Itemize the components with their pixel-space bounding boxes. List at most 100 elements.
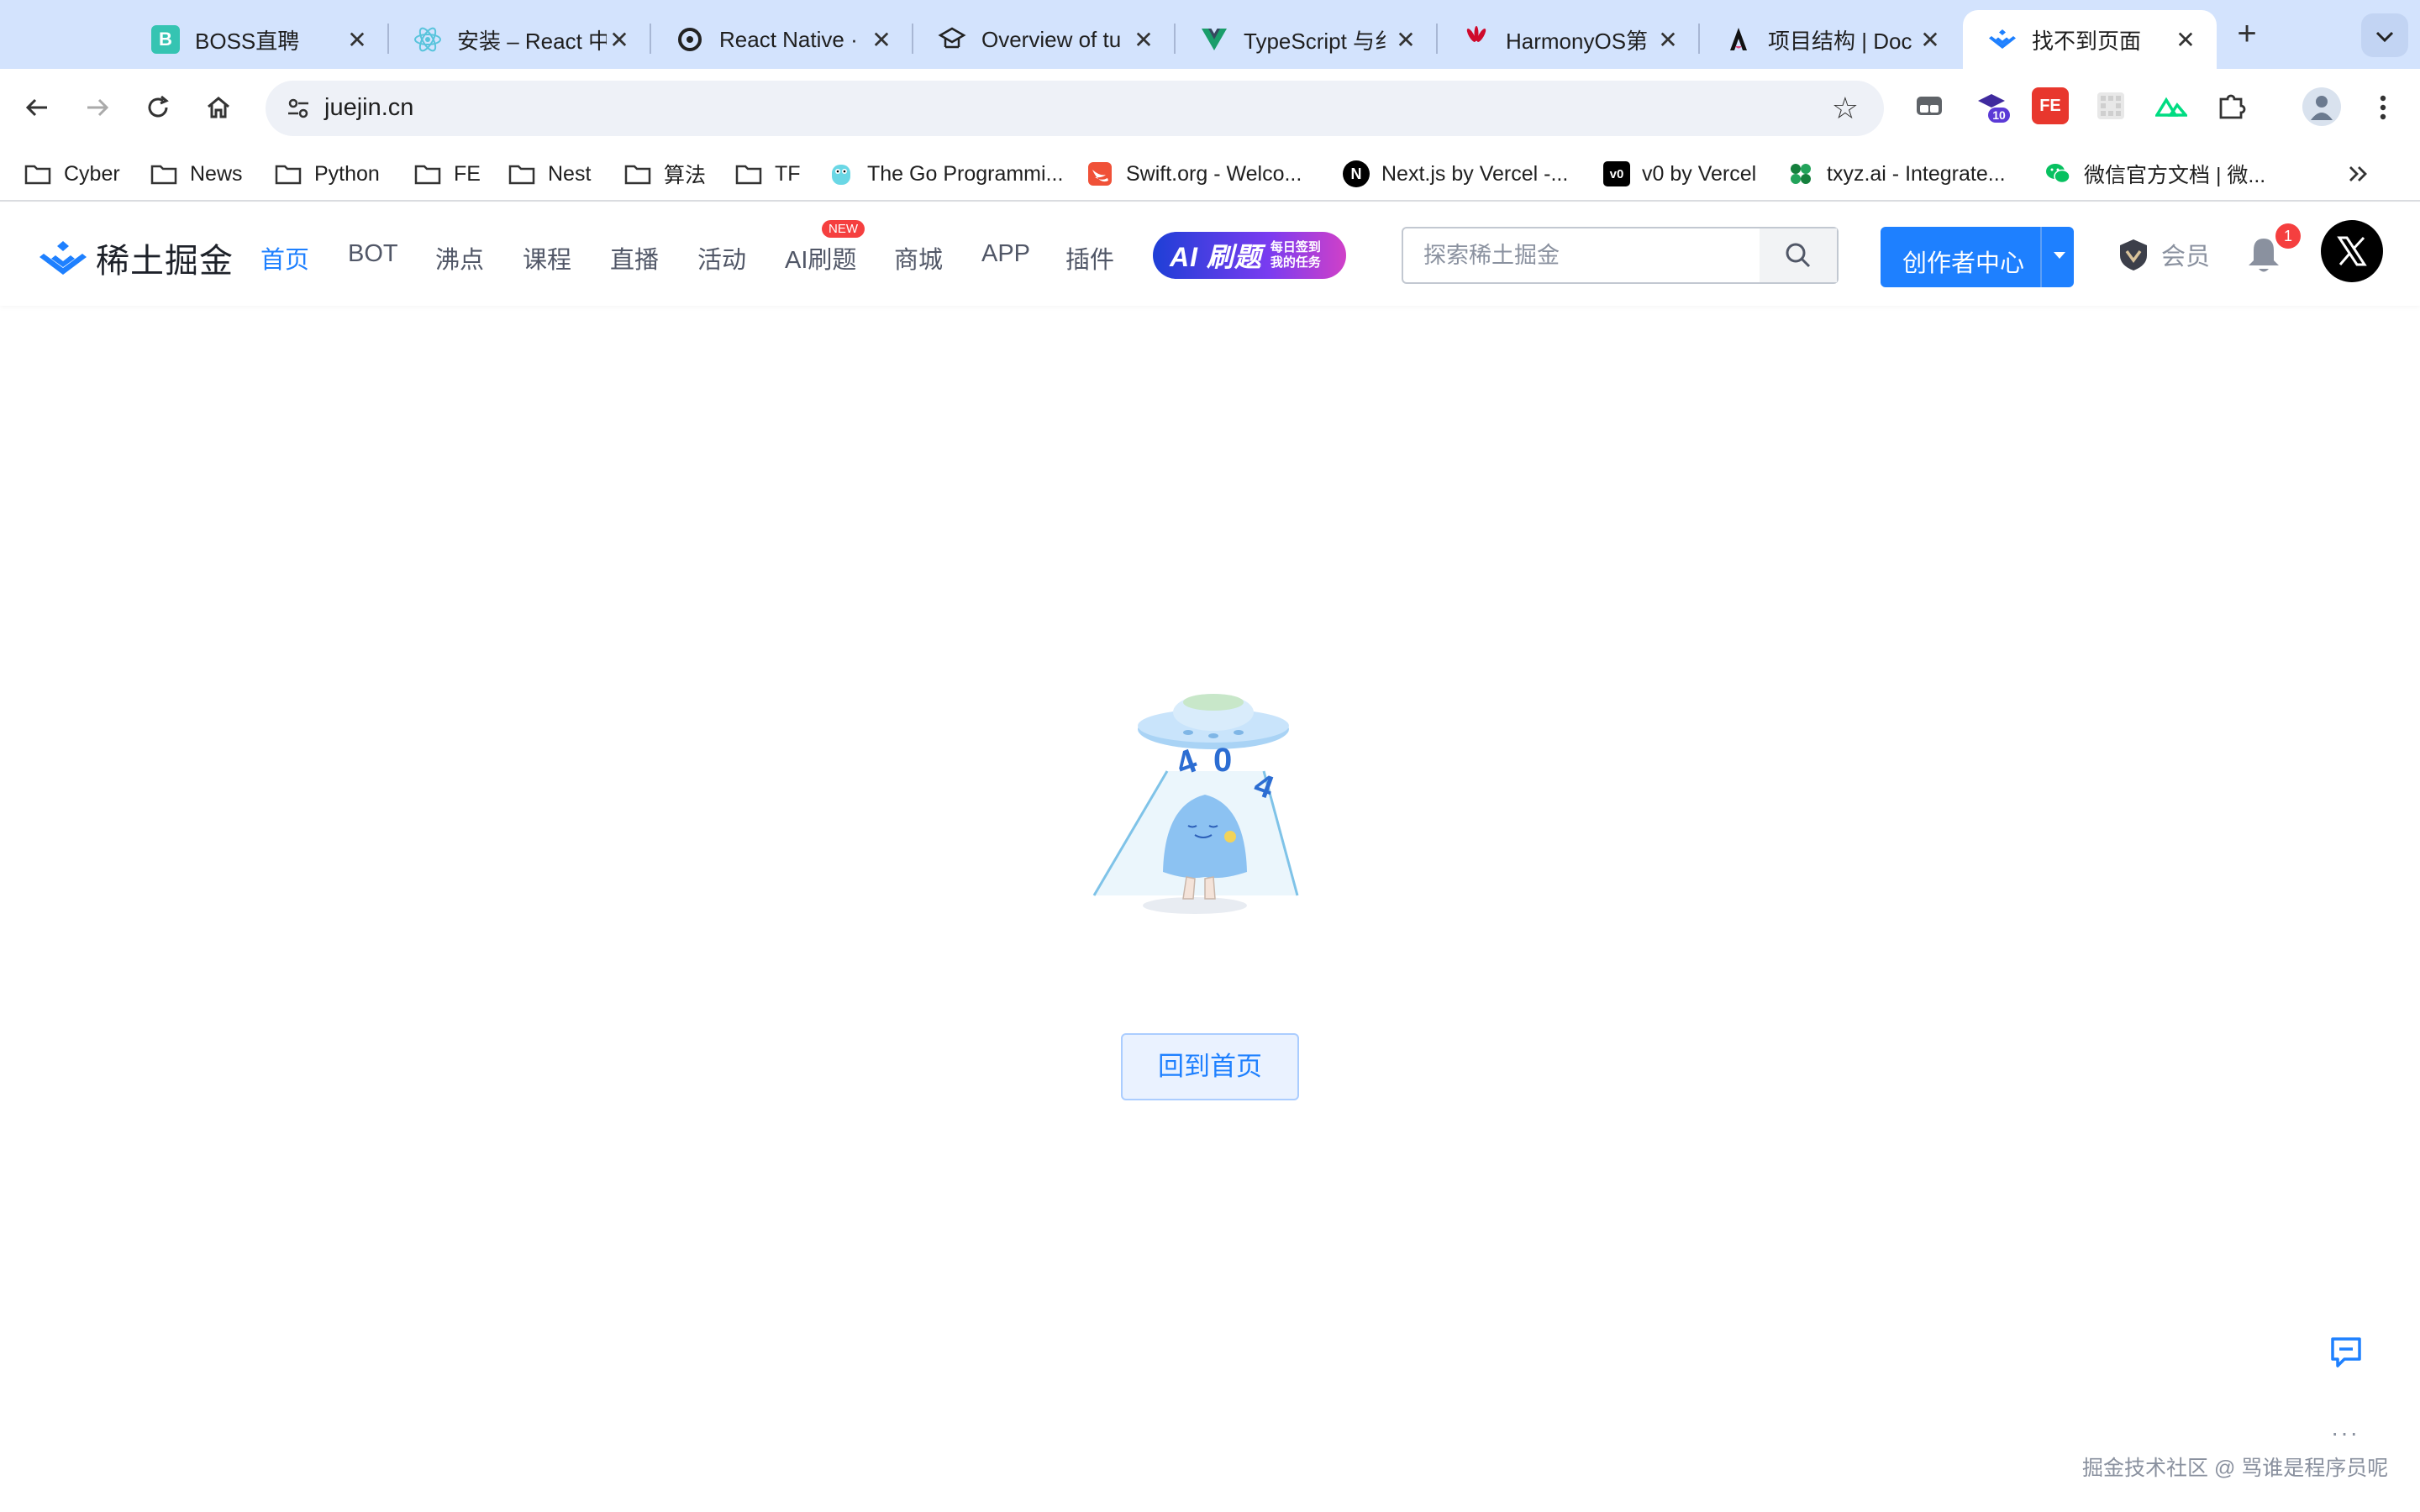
arrow-right-icon (87, 98, 109, 117)
nav-home[interactable]: 首页 (260, 240, 309, 276)
bookmark-link[interactable]: txyz.ai - Integrate... (1786, 156, 2006, 192)
bookmark-folder[interactable]: TF (734, 156, 801, 192)
bookmark-star-icon[interactable]: ☆ (1832, 91, 1859, 126)
tab-title: 找不到页面 (2032, 28, 2142, 54)
wechat-icon (2044, 161, 2072, 186)
reload-button[interactable] (136, 86, 180, 129)
bookmark-label: Python (314, 161, 380, 186)
nav-bot[interactable]: BOT (348, 240, 398, 268)
bookmark-folder[interactable]: FE (413, 156, 481, 192)
bookmark-label: v0 by Vercel (1642, 161, 1757, 186)
gopher-icon (827, 161, 855, 186)
tab-close-icon[interactable]: ✕ (869, 26, 894, 54)
browser-menu-button[interactable] (2361, 86, 2405, 129)
vip-shield-icon (2120, 239, 2147, 270)
bookmark-link[interactable]: The Go Programmi... (827, 156, 1063, 192)
ai-banner-line1: 每日签到 (1270, 240, 1321, 255)
nav-app[interactable]: APP (981, 240, 1030, 268)
notification-badge: 1 (2275, 223, 2301, 249)
folder-icon (508, 161, 536, 186)
graduation-icon[interactable]: 10 (1975, 87, 2012, 124)
bookmark-link[interactable]: 微信官方文档 | 微... (2044, 156, 2265, 192)
address-bar[interactable]: juejin.cn ☆ (266, 81, 1884, 136)
browser-tab[interactable]: 项目结构 | Doc ✕ (1699, 10, 1961, 69)
tab-title: BOSS直聘 (195, 28, 300, 54)
x-logo-icon (2337, 236, 2367, 266)
back-button[interactable] (15, 86, 59, 129)
back-home-button[interactable]: 回到首页 (1121, 1033, 1299, 1100)
nav-events[interactable]: 活动 (697, 240, 746, 276)
bookmark-folder[interactable]: 算法 (623, 156, 706, 192)
svg-text:10: 10 (1992, 108, 2006, 122)
ai-practice-banner[interactable]: AI 刷题 每日签到 我的任务 (1153, 232, 1346, 279)
chat-feedback-icon (2331, 1337, 2361, 1368)
search-button[interactable] (1760, 228, 1837, 282)
swift-icon (1086, 161, 1114, 186)
new-tab-button[interactable]: + (2227, 15, 2267, 55)
nuxt-icon[interactable] (2153, 87, 2190, 124)
bookmark-link[interactable]: N Next.js by Vercel -... (1343, 156, 1568, 192)
browser-tab[interactable]: B BOSS直聘 ✕ (126, 10, 389, 69)
tab-close-icon[interactable]: ✕ (607, 26, 632, 54)
profile-avatar-icon[interactable] (2302, 87, 2341, 126)
bookmark-link[interactable]: v0 v0 by Vercel (1603, 156, 1756, 192)
nav-live[interactable]: 直播 (610, 240, 659, 276)
browser-tab[interactable]: TypeScript 与纟 ✕ (1175, 10, 1438, 69)
bookmark-folder[interactable]: Nest (508, 156, 591, 192)
tab-close-icon[interactable]: ✕ (1918, 26, 1943, 54)
more-options-icon[interactable]: ··· (2331, 1420, 2360, 1446)
tab-close-icon[interactable]: ✕ (345, 26, 370, 54)
creator-center-button[interactable]: 创作者中心 (1881, 227, 2074, 287)
not-found-illustration: 4 0 4 (1092, 694, 1299, 914)
bookmark-label: Next.js by Vercel -... (1381, 161, 1569, 186)
txyz-icon (1786, 161, 1815, 186)
tune-icon (288, 98, 308, 118)
folder-icon (734, 161, 763, 186)
tab-close-icon[interactable]: ✕ (1655, 26, 1681, 54)
browser-tab[interactable]: 安装 – React 中 ✕ (388, 10, 651, 69)
tab-close-icon[interactable]: ✕ (1393, 26, 1418, 54)
search-input[interactable] (1403, 228, 1758, 282)
bookmark-label: Swift.org - Welco... (1126, 161, 1302, 186)
home-button[interactable] (197, 86, 240, 129)
address-url[interactable]: juejin.cn (324, 94, 413, 122)
grid-icon[interactable] (2092, 87, 2129, 124)
puzzle-icon[interactable] (2213, 87, 2250, 124)
bookmark-folder[interactable]: Cyber (24, 156, 120, 192)
browser-tab[interactable]: HarmonyOS第 ✕ (1437, 10, 1700, 69)
tab-manager-icon[interactable] (1911, 87, 1948, 124)
nav-plugin[interactable]: 插件 (1065, 240, 1114, 276)
bookmark-label: The Go Programmi... (867, 161, 1064, 186)
site-info-button[interactable] (277, 87, 319, 129)
more-bookmarks-button[interactable] (2348, 156, 2370, 192)
tab-close-icon[interactable]: ✕ (1131, 26, 1156, 54)
reload-icon (148, 95, 169, 118)
search-icon (1786, 243, 1811, 268)
feedback-button[interactable] (2326, 1332, 2366, 1373)
nav-course[interactable]: 课程 (523, 240, 571, 276)
bookmark-link[interactable]: Swift.org - Welco... (1086, 156, 1302, 192)
bookmark-folder[interactable]: Python (274, 156, 380, 192)
juejin-icon (1988, 25, 2017, 54)
nav-pins[interactable]: 沸点 (435, 240, 484, 276)
fe-icon[interactable]: FE (2032, 87, 2069, 124)
browser-tab[interactable]: Overview of tu ✕ (913, 10, 1176, 69)
browser-tab-active[interactable]: 找不到页面 ✕ (1963, 10, 2217, 69)
nav-shop[interactable]: 商城 (894, 240, 943, 276)
member-label: 会员 (2161, 244, 2211, 270)
bookmarks-bar: Cyber News Python FE Nest 算法 TF The Go P… (0, 146, 2420, 202)
nav-ai-questions[interactable]: AI刷题 (785, 240, 856, 276)
user-avatar[interactable] (2321, 220, 2383, 282)
tab-close-icon[interactable]: ✕ (2173, 26, 2198, 54)
more-vertical-icon (2380, 95, 2386, 120)
tab-title: Overview of tu (981, 26, 1122, 52)
forward-button[interactable] (76, 86, 119, 129)
screenshot-watermark: 掘金技术社区 @ 骂谁是程序员呢 (2082, 1457, 2389, 1480)
folder-icon (150, 161, 178, 186)
browser-tab[interactable]: React Native · ✕ (650, 10, 913, 69)
site-logo[interactable]: 稀土掘金 (39, 234, 234, 282)
creator-dropdown-button[interactable] (2045, 245, 2074, 265)
bookmark-folder[interactable]: News (150, 156, 243, 192)
member-entry[interactable]: 会员 (2116, 237, 2210, 272)
tab-search-button[interactable] (2361, 13, 2408, 57)
